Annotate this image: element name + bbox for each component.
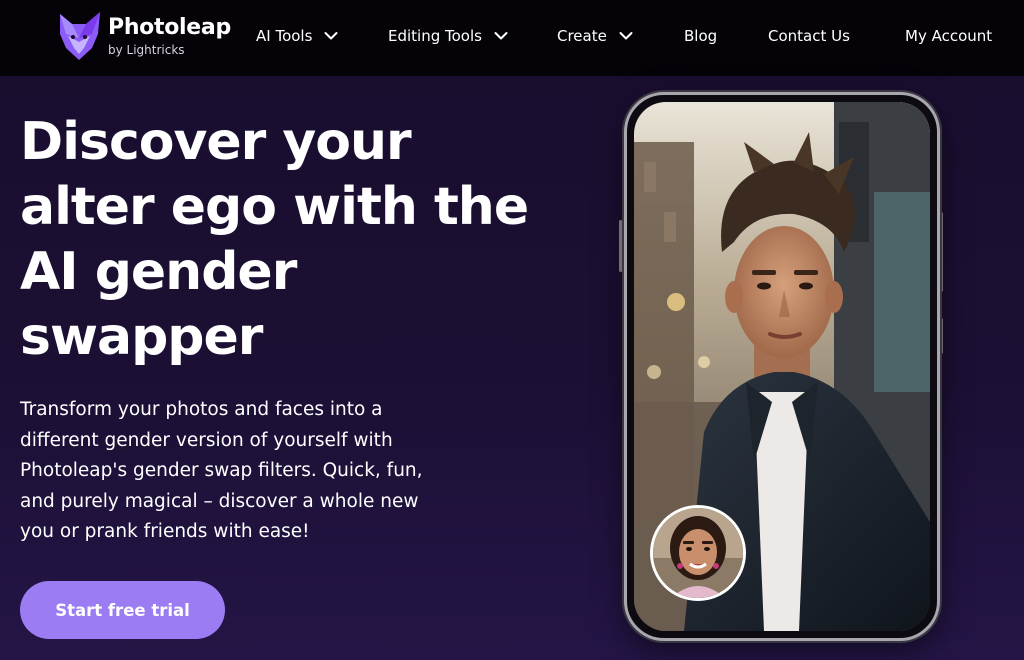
hero-title-line: swapper: [20, 307, 263, 367]
phone-side-button: [619, 220, 623, 272]
nav-item-ai-tools[interactable]: AI Tools: [256, 24, 338, 48]
hero-description-line: different gender version of yourself wit…: [20, 429, 393, 451]
nav-item-label: Blog: [684, 27, 718, 45]
chevron-down-icon: [619, 32, 633, 40]
nav-item-label: Contact Us: [768, 27, 850, 45]
hero-title: Discover your alter ego with the AI gend…: [20, 110, 580, 370]
nav-item-my-account[interactable]: My Account: [905, 24, 992, 48]
hero-title-line: Discover your: [20, 112, 412, 172]
nav-item-contact-us[interactable]: Contact Us: [768, 24, 850, 48]
hero-title-line: AI gender: [20, 242, 297, 302]
nav-item-blog[interactable]: Blog: [684, 24, 717, 48]
nav-item-label: Create: [557, 27, 607, 45]
hero-description-line: Photoleap's gender swap filters. Quick, …: [20, 460, 423, 481]
start-free-trial-button[interactable]: Start free trial: [20, 581, 225, 639]
main-nav: AI Tools Editing Tools Create Blog Conta…: [0, 0, 1024, 76]
female-inset-portrait: [650, 505, 746, 601]
nav-item-label: My Account: [905, 27, 993, 45]
hero-description-line: and purely magical – discover a whole ne…: [20, 490, 419, 512]
hero-description-line: you or prank friends with ease!: [20, 521, 310, 542]
top-navbar: Photoleap by Lightricks AI Tools Editing…: [0, 0, 1024, 76]
chevron-down-icon: [324, 32, 338, 40]
hero-description: Transform your photos and faces into a d…: [20, 395, 490, 548]
nav-item-editing-tools[interactable]: Editing Tools: [388, 24, 508, 48]
female-portrait-image: [653, 508, 743, 598]
nav-item-label: AI Tools: [256, 27, 313, 45]
nav-item-label: Editing Tools: [388, 27, 482, 45]
hero-title-line: alter ego with the: [20, 177, 529, 237]
nav-item-create[interactable]: Create: [557, 24, 633, 48]
chevron-down-icon: [494, 32, 508, 40]
hero-description-line: Transform your photos and faces into a: [20, 399, 383, 420]
